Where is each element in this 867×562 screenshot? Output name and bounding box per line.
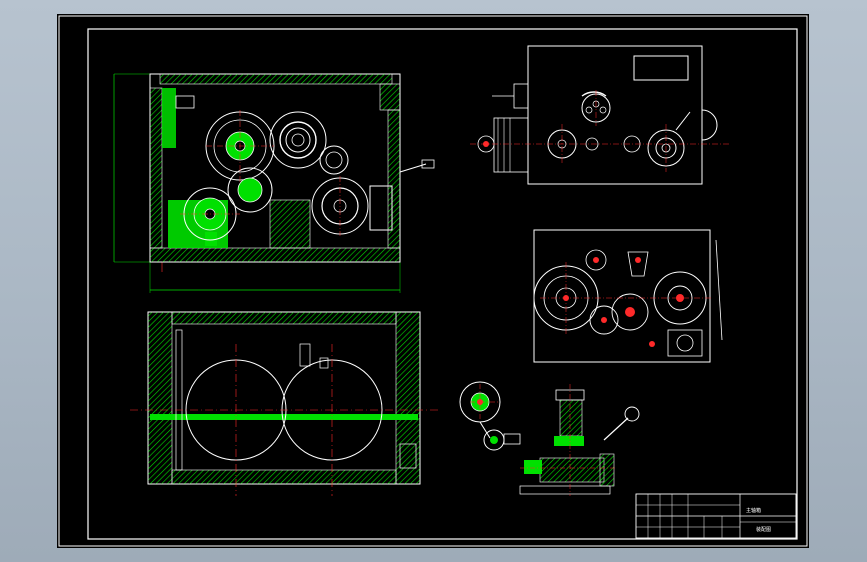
side-exterior-view[interactable] [470,45,730,185]
top-section-view[interactable] [130,311,440,496]
cad-drawing-canvas[interactable]: 主轴箱 装配图 [0,0,867,562]
shift-mechanism-detail[interactable] [459,381,640,496]
front-section-view[interactable] [113,73,435,293]
title-block-drawing-name: 装配图 [756,526,771,533]
title-block[interactable]: 主轴箱 装配图 [635,493,797,539]
title-block-part-name: 主轴箱 [746,507,761,514]
rear-exterior-view[interactable] [533,229,723,363]
